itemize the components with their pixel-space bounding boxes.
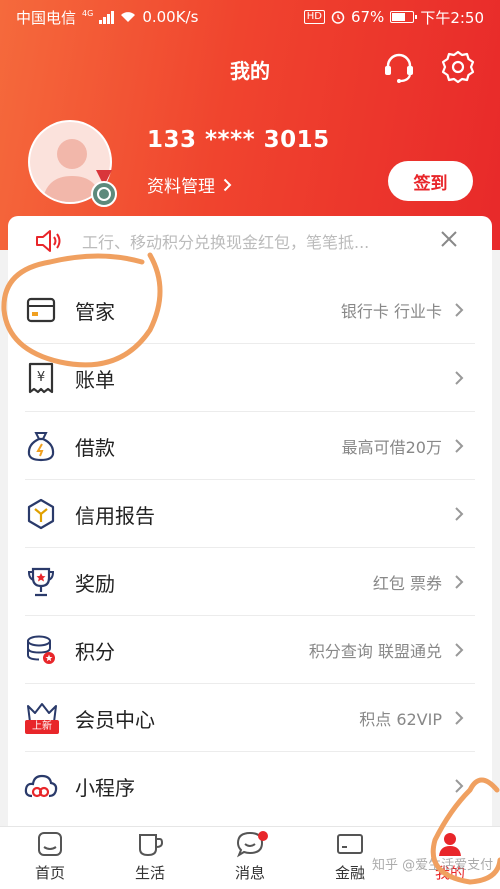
bill-icon: ¥ (24, 361, 58, 395)
chevron-right-icon (455, 371, 464, 385)
sign-in-button[interactable]: 签到 (388, 161, 473, 201)
profile-header: 中国电信 4G 0.00K/s HD 67% 下午2:50 我的 133 ***… (0, 0, 500, 250)
tab-messages[interactable]: 消息 (200, 827, 300, 889)
tab-label: 金融 (334, 864, 365, 882)
menu-list: 管家 银行卡 行业卡 ¥ 账单 借款 最高可借20万 信用报告 奖励 红包 票券 (8, 276, 492, 820)
menu-label: 会员中心 (75, 707, 155, 732)
profile-link-label: 资料管理 (147, 177, 215, 197)
points-icon (24, 633, 58, 667)
signal-icon (99, 10, 115, 24)
hd-badge: HD (303, 10, 325, 24)
menu-item-bill[interactable]: ¥ 账单 (8, 344, 492, 412)
menu-label: 信用报告 (75, 503, 155, 528)
chevron-right-icon (223, 178, 232, 191)
menu-item-loan[interactable]: 借款 最高可借20万 (8, 412, 492, 480)
menu-subtext: 积点 62VIP (359, 710, 442, 729)
finance-card-icon (337, 834, 363, 854)
tab-label: 生活 (134, 864, 165, 882)
menu-label: 积分 (75, 639, 115, 664)
status-bar: 中国电信 4G 0.00K/s HD 67% 下午2:50 (0, 0, 500, 34)
svg-text:¥: ¥ (37, 370, 45, 385)
tab-label: 消息 (234, 864, 265, 882)
vip-crown-icon: 上新 (24, 700, 60, 736)
chevron-right-icon (455, 779, 464, 793)
carrier-label: 中国电信 (16, 8, 77, 27)
menu-label: 借款 (75, 435, 115, 460)
menu-item-rewards[interactable]: 奖励 红包 票券 (8, 548, 492, 616)
menu-item-butler[interactable]: 管家 银行卡 行业卡 (8, 276, 492, 344)
menu-item-member-center[interactable]: 上新 会员中心 积点 62VIP (8, 684, 492, 752)
notice-banner[interactable]: 工行、移动积分兑换现金红包，笔笔抵... (8, 216, 492, 266)
menu-label: 奖励 (75, 571, 115, 596)
user-phone: 133 **** 3015 (147, 127, 330, 153)
menu-item-credit-report[interactable]: 信用报告 (8, 480, 492, 548)
watermark: 知乎 @爱生活爱支付 (372, 858, 494, 873)
network-speed: 0.00K/s (142, 8, 199, 26)
chevron-right-icon (455, 439, 464, 453)
chevron-right-icon (455, 303, 464, 317)
clock: 下午2:50 (420, 8, 484, 27)
menu-subtext: 红包 票券 (372, 574, 442, 593)
credit-report-icon (24, 497, 58, 531)
alarm-icon (331, 11, 345, 24)
menu-subtext: 银行卡 行业卡 (340, 302, 442, 321)
medal-icon (91, 170, 117, 207)
settings-gear-icon[interactable] (441, 50, 475, 84)
menu-card: 工行、移动积分兑换现金红包，笔笔抵... 管家 银行卡 行业卡 ¥ 账单 借款 … (8, 216, 492, 826)
menu-label: 小程序 (75, 775, 135, 800)
close-icon[interactable] (440, 230, 458, 248)
menu-subtext: 最高可借20万 (341, 438, 442, 457)
unread-dot (258, 831, 268, 841)
network-tag: 4G (82, 8, 94, 18)
menu-item-mini-program[interactable]: 小程序 (8, 752, 492, 820)
battery-percent: 67% (350, 8, 385, 26)
tab-label: 首页 (34, 864, 65, 882)
new-badge: 上新 (32, 721, 52, 732)
profile-management-link[interactable]: 资料管理 (147, 172, 232, 197)
speaker-icon (36, 230, 61, 252)
chevron-right-icon (455, 643, 464, 657)
card-icon (24, 293, 58, 327)
menu-item-points[interactable]: 积分 积分查询 联盟通兑 (8, 616, 492, 684)
money-bag-icon (24, 429, 58, 463)
notice-text: 工行、移动积分兑换现金红包，笔笔抵... (82, 233, 370, 252)
tab-home[interactable]: 首页 (0, 827, 100, 889)
wifi-icon (121, 12, 136, 22)
customer-service-icon[interactable] (382, 50, 416, 84)
tab-life[interactable]: 生活 (100, 827, 200, 889)
page-title: 我的 (230, 59, 270, 83)
life-cup-icon (139, 834, 164, 857)
menu-label: 账单 (75, 367, 115, 392)
trophy-icon (24, 565, 58, 599)
chevron-right-icon (455, 507, 464, 521)
home-icon (38, 832, 62, 856)
menu-subtext: 积分查询 联盟通兑 (308, 642, 442, 661)
chevron-right-icon (455, 711, 464, 725)
battery-icon (390, 11, 418, 23)
menu-label: 管家 (75, 299, 115, 324)
chevron-right-icon (455, 575, 464, 589)
mini-program-icon (24, 769, 58, 803)
